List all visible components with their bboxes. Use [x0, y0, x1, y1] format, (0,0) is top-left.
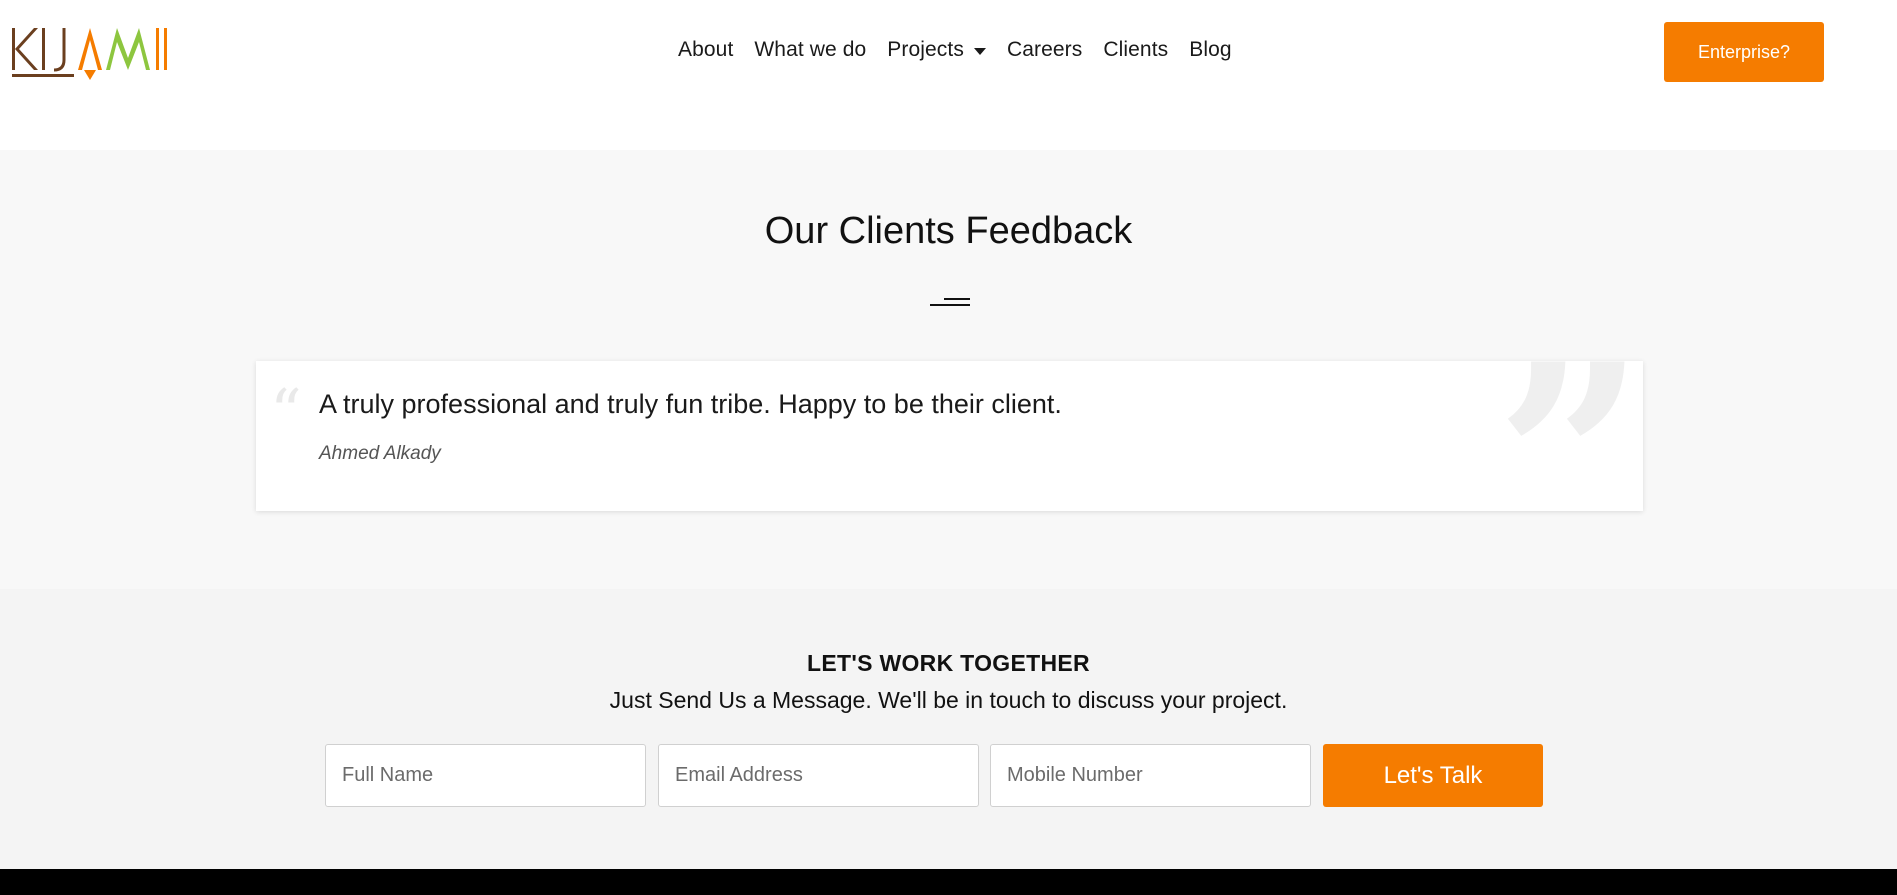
- kijamii-logo-mark: [12, 28, 167, 80]
- testimonial-card: “ ” A truly professional and truly fun t…: [256, 361, 1643, 511]
- footer-bar: [0, 869, 1897, 895]
- open-quote-icon: “: [270, 375, 302, 448]
- client-feedback-section: Our Clients Feedback “ ” A truly profess…: [0, 150, 1897, 589]
- full-name-input[interactable]: [325, 744, 646, 807]
- nav-item-label: About: [678, 38, 734, 61]
- nav-item-label: Projects: [887, 38, 964, 61]
- nav-item-careers[interactable]: Careers: [1007, 38, 1082, 62]
- nav-item-about[interactable]: About: [678, 38, 733, 62]
- nav-item-what-we-do[interactable]: What we do: [754, 38, 866, 62]
- nav-item-label: Blog: [1189, 38, 1232, 61]
- email-input[interactable]: [658, 744, 979, 807]
- mobile-input[interactable]: [990, 744, 1311, 807]
- site-header: About What we do Projects Careers Client…: [0, 0, 1897, 150]
- enterprise-button[interactable]: Enterprise?: [1664, 22, 1824, 82]
- contact-heading: LET'S WORK TOGETHER: [807, 650, 1090, 676]
- testimonial-quote: A truly professional and truly fun tribe…: [319, 389, 1062, 419]
- nav-item-label: Clients: [1103, 38, 1169, 61]
- title-divider: [930, 298, 970, 306]
- close-quote-icon: ”: [1495, 361, 1643, 511]
- section-title: Our Clients Feedback: [764, 210, 1133, 252]
- nav-item-projects[interactable]: Projects: [887, 38, 986, 62]
- contact-subheading: Just Send Us a Message. We'll be in touc…: [609, 687, 1288, 713]
- nav-item-clients[interactable]: Clients: [1103, 38, 1168, 62]
- main-nav: About What we do Projects Careers Client…: [678, 38, 1253, 62]
- lets-talk-button[interactable]: Let's Talk: [1323, 744, 1543, 807]
- nav-item-label: What we do: [754, 38, 867, 61]
- nav-item-blog[interactable]: Blog: [1189, 38, 1231, 62]
- testimonial-author: Ahmed Alkady: [319, 443, 441, 464]
- contact-section: LET'S WORK TOGETHER Just Send Us a Messa…: [0, 589, 1897, 869]
- kijamii-logo[interactable]: [12, 22, 192, 82]
- nav-item-label: Careers: [1006, 38, 1083, 61]
- caret-down-icon: [973, 47, 986, 55]
